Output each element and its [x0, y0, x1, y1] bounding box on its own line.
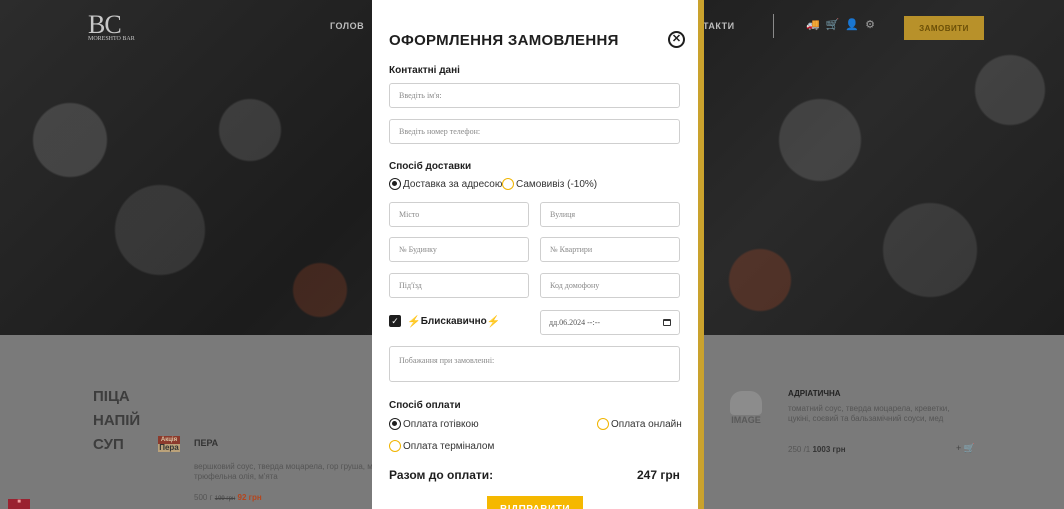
promo-badge-name: Пера	[158, 443, 180, 452]
payment-heading: Спосіб оплати	[389, 400, 461, 411]
header-order-button[interactable]: ЗАМОВИТИ	[904, 16, 984, 40]
modal-title: ОФОРМЛЕННЯ ЗАМОВЛЕННЯ	[389, 32, 619, 49]
lightning-icon: ⚡	[486, 316, 501, 328]
settings-icon[interactable]: ⚙	[865, 18, 875, 31]
lightning-icon: ⚡	[407, 316, 421, 328]
truck-icon[interactable]: 🚚	[806, 18, 820, 31]
fast-delivery-label: ⚡ Блискавично ⚡	[407, 315, 500, 328]
nav-divider	[773, 14, 774, 38]
logo-text: BC	[88, 10, 122, 39]
add-to-cart-button[interactable]: + 🛒	[956, 443, 975, 454]
entrance-input[interactable]	[389, 273, 529, 298]
cart-icon[interactable]: 🛒	[826, 18, 840, 31]
close-icon[interactable]: ✕	[668, 31, 685, 48]
category-soup[interactable]: СУП	[93, 433, 140, 457]
site-logo[interactable]: BC MORESHTO BAR	[88, 12, 144, 44]
total-value: 247 грн	[637, 468, 680, 482]
category-drink[interactable]: НАПІЙ	[93, 409, 140, 433]
delivery-option-pickup[interactable]: Самовивіз (-10%)	[502, 178, 597, 190]
apartment-number-input[interactable]	[540, 237, 680, 262]
payment-option-cash[interactable]: Оплата готівкою	[389, 418, 479, 430]
product-price: 250 /1 1003 грн	[788, 445, 846, 454]
radio-unchecked-icon	[502, 178, 514, 190]
product-description: вершковий соус, тверда моцарела, гор гру…	[194, 462, 384, 481]
product-weight: 500 г	[194, 493, 213, 502]
product-description: томатний соус, тверда моцарела, креветки…	[788, 404, 950, 423]
phone-input[interactable]	[389, 119, 680, 144]
product-weight: 250 /1	[788, 445, 811, 454]
product-old-price: 199 грн	[214, 496, 236, 502]
modal-accent-bar	[698, 0, 704, 509]
fast-delivery-text: Блискавично	[420, 316, 487, 327]
product-title: ПЕРА	[194, 438, 219, 448]
nav-item-home[interactable]: ГОЛОВ	[330, 21, 364, 31]
checkout-modal: ОФОРМЛЕННЯ ЗАМОВЛЕННЯ ✕ Контактні дані С…	[372, 0, 698, 509]
radio-checked-icon	[389, 418, 401, 430]
radio-unchecked-icon	[597, 418, 609, 430]
payment-option-label: Оплата онлайн	[611, 418, 682, 430]
radio-checked-icon	[389, 178, 401, 190]
submit-order-button[interactable]: ВІДПРАВИТИ	[487, 496, 583, 509]
house-number-input[interactable]	[389, 237, 529, 262]
category-pizza[interactable]: ПІЦА	[93, 385, 140, 409]
delivery-heading: Спосіб доставки	[389, 161, 472, 172]
promo-badge: Акція Пера	[158, 436, 180, 452]
name-input[interactable]	[389, 83, 680, 108]
datetime-value: дд.06.2024 --:--	[549, 318, 601, 327]
user-icon[interactable]: 👤	[845, 18, 859, 31]
product-card-adriatic[interactable]: IMAGE АДРІАТИЧНА томатний соус, тверда м…	[722, 385, 1002, 465]
no-image-placeholder: IMAGE	[722, 391, 770, 451]
delivery-option-label: Доставка за адресою	[403, 178, 503, 190]
intercom-code-input[interactable]	[540, 273, 680, 298]
header-icons: 🚚 🛒 👤 ⚙	[806, 18, 875, 31]
total-label: Разом до оплати:	[389, 468, 494, 482]
delivery-datetime-input[interactable]: дд.06.2024 --:--	[540, 310, 680, 335]
no-image-label: IMAGE	[731, 415, 761, 425]
order-wishes-textarea[interactable]	[389, 346, 680, 382]
payment-option-label: Оплата готівкою	[403, 418, 479, 430]
product-new-price: 92 грн	[237, 493, 262, 502]
fast-delivery-checkbox[interactable]: ✓	[389, 315, 401, 327]
city-input[interactable]	[389, 202, 529, 227]
product-title: АДРІАТИЧНА	[788, 389, 841, 398]
calendar-icon[interactable]	[663, 319, 671, 326]
payment-option-terminal[interactable]: Оплата терміналом	[389, 440, 494, 452]
placeholder-person-icon	[730, 391, 762, 415]
logo-subtext: MORESHTO BAR	[88, 36, 135, 42]
street-input[interactable]	[540, 202, 680, 227]
contacts-heading: Контактні дані	[389, 65, 460, 76]
delivery-option-address[interactable]: Доставка за адресою	[389, 178, 502, 190]
product-price: 500 г 199 грн 92 грн	[194, 493, 262, 502]
payment-option-label: Оплата терміналом	[403, 440, 495, 452]
delivery-option-label: Самовивіз (-10%)	[516, 178, 598, 190]
category-list: ПІЦА НАПІЙ СУП	[93, 385, 140, 457]
product-price-value: 1003 грн	[812, 445, 846, 454]
corner-badge: ■	[8, 499, 30, 509]
nav-item-contacts[interactable]: ТАКТИ	[703, 21, 735, 31]
payment-option-online[interactable]: Оплата онлайн	[597, 418, 682, 430]
radio-unchecked-icon	[389, 440, 401, 452]
